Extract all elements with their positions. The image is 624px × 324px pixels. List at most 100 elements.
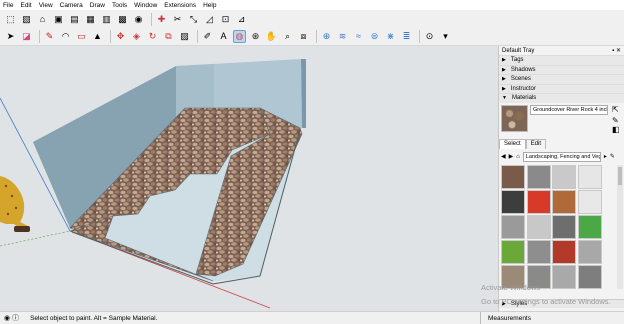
menu-view[interactable]: View <box>39 2 53 9</box>
scroll-thumb[interactable] <box>618 167 622 185</box>
material-swatch[interactable] <box>552 190 576 214</box>
rotate-icon[interactable]: ✂ <box>171 13 184 26</box>
warehouse-icon[interactable]: ▣ <box>52 13 65 26</box>
material-swatch[interactable] <box>577 240 602 264</box>
dimension-icon[interactable]: ◿ <box>203 13 216 26</box>
axes-icon[interactable]: ⊿ <box>235 13 248 26</box>
sandbox-stamp-icon[interactable]: ⊜ <box>368 30 381 43</box>
menu-help[interactable]: Help <box>203 2 216 9</box>
move-icon[interactable]: ✥ <box>114 30 127 43</box>
protractor-icon[interactable]: A <box>217 30 230 43</box>
menu-draw[interactable]: Draw <box>90 2 105 9</box>
material-swatch[interactable] <box>577 190 602 214</box>
material-swatch[interactable] <box>501 190 525 214</box>
menu-extensions[interactable]: Extensions <box>164 2 196 9</box>
material-swatch[interactable] <box>526 190 551 214</box>
panel-label: Shadows <box>510 66 536 73</box>
material-swatch[interactable] <box>526 165 551 189</box>
pan-icon[interactable]: ✋ <box>265 30 278 43</box>
material-scrollbar[interactable] <box>617 165 623 289</box>
material-swatch[interactable] <box>552 215 576 239</box>
select-icon[interactable]: ⬚ <box>4 13 17 26</box>
material-swatch[interactable] <box>501 215 525 239</box>
3d-model <box>0 59 306 309</box>
zoom-window-icon[interactable]: ⧈ <box>297 30 310 43</box>
current-material-swatch <box>501 105 528 132</box>
drape-icon[interactable]: ⋇ <box>384 30 397 43</box>
material-swatch[interactable] <box>577 215 602 239</box>
orbit-icon[interactable]: ⊛ <box>249 30 262 43</box>
material-3d-icon[interactable]: ◧ <box>612 125 620 134</box>
paint-bucket-icon[interactable]: ◍ <box>233 30 246 43</box>
geo-icon[interactable]: ⊙ <box>423 30 436 43</box>
menu-tools[interactable]: Tools <box>112 2 127 9</box>
offset-icon[interactable]: ▨ <box>178 30 191 43</box>
material-swatch[interactable] <box>501 165 525 189</box>
material-swatch[interactable] <box>501 240 525 264</box>
material-name-field[interactable]: Groundcover River Rock 4 inch <box>530 105 608 115</box>
panel-label: Scenes <box>510 76 531 83</box>
create-material-icon[interactable]: ⇱ <box>612 105 619 114</box>
push-pull-icon[interactable]: ▲ <box>91 30 104 43</box>
scale-icon[interactable]: ⧉ <box>162 30 175 43</box>
arrow-icon[interactable]: ➤ <box>4 30 17 43</box>
menu-window[interactable]: Window <box>134 2 157 9</box>
tray-panel-shadows[interactable]: ▶ Shadows <box>499 64 624 74</box>
tray-pin-icon[interactable]: ▪ ✕ <box>612 47 621 54</box>
follow-me-icon[interactable]: ◈ <box>130 30 143 43</box>
text-icon[interactable]: ⊡ <box>219 13 232 26</box>
menu-bar: File Edit View Camera Draw Tools Window … <box>0 0 624 10</box>
layout-icon[interactable]: ▤ <box>68 13 81 26</box>
tray-panel-instructor[interactable]: ▶ Instructor <box>499 83 624 93</box>
material-swatch[interactable] <box>577 265 602 289</box>
material-swatch[interactable] <box>552 165 576 189</box>
add-detail-icon[interactable]: ≣ <box>400 30 413 43</box>
zoom-icon[interactable]: ⌕ <box>281 30 294 43</box>
zoom-extents-icon[interactable]: ⊕ <box>320 30 333 43</box>
sample-paint-icon[interactable]: ✎ <box>610 153 615 160</box>
person-figure <box>0 176 30 232</box>
eraser-icon[interactable]: ◪ <box>20 30 33 43</box>
material-swatch[interactable] <box>577 165 602 189</box>
print-icon[interactable]: ▩ <box>116 13 129 26</box>
paint-icon[interactable]: ▧ <box>20 13 33 26</box>
sandbox-smoove-icon[interactable]: ≈ <box>352 30 365 43</box>
tape-icon[interactable]: ✐ <box>201 30 214 43</box>
back-icon[interactable]: ◀ <box>501 153 506 160</box>
rectangle-icon[interactable]: ▭ <box>75 30 88 43</box>
rotate-icon[interactable]: ↻ <box>146 30 159 43</box>
expand-icon: ▶ <box>502 85 506 92</box>
model-viewport[interactable] <box>0 46 498 311</box>
arc-icon[interactable]: ◠ <box>59 30 72 43</box>
home-icon[interactable]: ⌂ <box>36 13 49 26</box>
tray-panel-tags[interactable]: ▶ Tags <box>499 55 624 65</box>
material-swatch[interactable] <box>526 240 551 264</box>
details-icon[interactable]: ▸ <box>604 153 607 160</box>
user-icon[interactable]: ◉ <box>132 13 145 26</box>
home-icon[interactable]: ⌂ <box>516 154 520 160</box>
scale-icon[interactable]: ⤡ <box>187 13 200 26</box>
tray-panel-scenes[interactable]: ▶ Scenes <box>499 74 624 84</box>
material-swatch[interactable] <box>552 265 576 289</box>
tab-select[interactable]: Select <box>499 139 526 149</box>
forward-icon[interactable]: ▶ <box>509 153 514 160</box>
tab-edit[interactable]: Edit <box>525 139 547 149</box>
materials-pane: Groundcover River Rock 4 inch ⇱ ✎ ◧ Sele… <box>499 103 624 311</box>
library-select[interactable]: Landscaping, Fencing and Veg <box>522 151 601 162</box>
pencil-icon[interactable]: ✎ <box>43 30 56 43</box>
folder-icon[interactable]: ▦ <box>84 13 97 26</box>
green-axis-line <box>0 230 71 247</box>
material-swatch[interactable] <box>552 240 576 264</box>
material-swatch[interactable] <box>526 215 551 239</box>
menu-camera[interactable]: Camera <box>60 2 83 9</box>
sample-paint-icon[interactable]: ✎ <box>612 116 619 125</box>
save-icon[interactable]: ▥ <box>100 13 113 26</box>
expand-icon: ▶ <box>502 66 506 73</box>
menu-file[interactable]: File <box>3 2 13 9</box>
move-icon[interactable]: ✚ <box>155 13 168 26</box>
chevron-down-icon[interactable]: ▾ <box>439 30 452 43</box>
sandbox-icon[interactable]: ≋ <box>336 30 349 43</box>
tray-panel-materials[interactable]: ▼ Materials <box>499 93 624 103</box>
measurements-box[interactable]: Measurements <box>480 312 624 324</box>
menu-edit[interactable]: Edit <box>20 2 31 9</box>
